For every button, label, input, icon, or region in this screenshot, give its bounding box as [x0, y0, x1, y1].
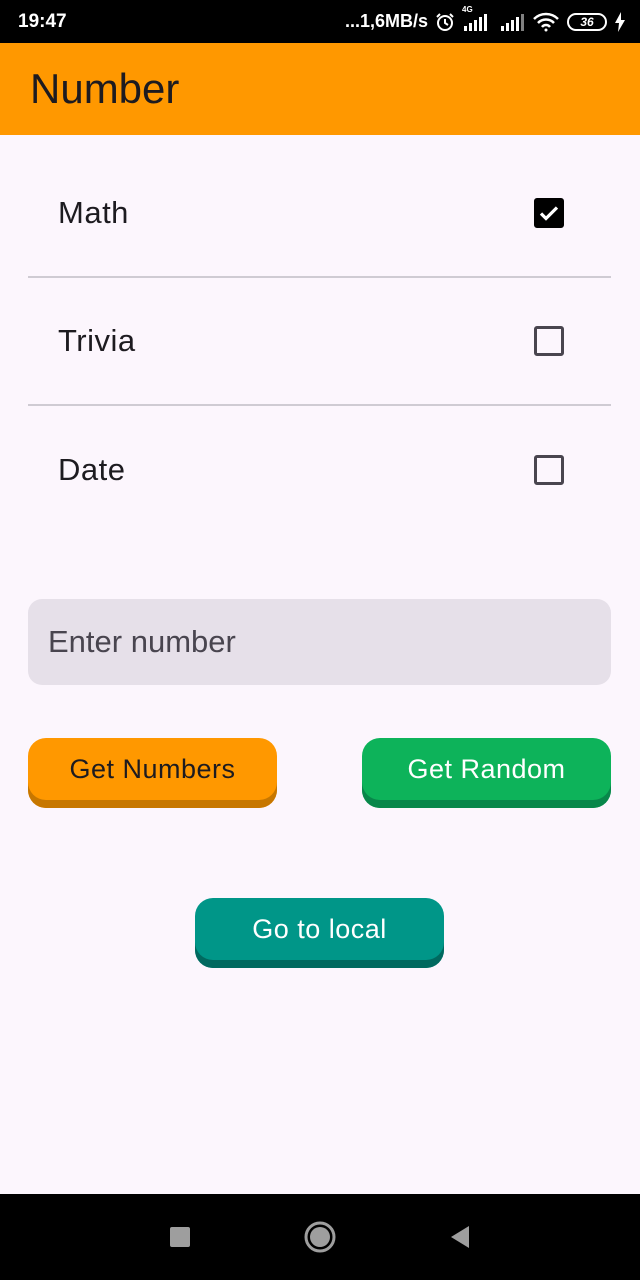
check-icon — [539, 206, 559, 221]
signal-icon — [499, 13, 525, 31]
go-to-local-button[interactable]: Go to local — [195, 898, 444, 968]
math-checkbox[interactable] — [534, 198, 564, 228]
alarm-icon — [435, 12, 455, 32]
home-button[interactable] — [298, 1215, 342, 1259]
get-random-button[interactable]: Get Random — [362, 738, 611, 808]
back-triangle-icon — [451, 1226, 469, 1248]
option-label: Trivia — [58, 323, 136, 358]
wifi-icon — [532, 12, 560, 32]
battery-icon: 36 — [567, 12, 607, 31]
home-circle-icon — [304, 1221, 336, 1253]
app-bar: Number — [0, 43, 640, 135]
back-button[interactable] — [438, 1215, 482, 1259]
network-type-label: 4G — [462, 4, 473, 14]
network-speed: ...1,6MB/s — [344, 11, 428, 31]
recents-button[interactable] — [158, 1215, 202, 1259]
trivia-checkbox[interactable] — [534, 326, 564, 356]
status-bar: 19:47 ...1,6MB/s 4G 36 — [0, 0, 640, 43]
date-checkbox[interactable] — [534, 455, 564, 485]
option-label: Date — [58, 452, 126, 487]
option-label: Math — [58, 195, 129, 230]
battery-level: 36 — [580, 14, 594, 29]
status-icons: ...1,6MB/s 4G 36 — [344, 5, 626, 32]
number-input[interactable] — [28, 599, 611, 685]
signal-icon-4g: 4G — [462, 5, 492, 31]
option-row-date[interactable]: Date — [28, 406, 611, 534]
charging-icon — [614, 11, 626, 32]
get-numbers-button[interactable]: Get Numbers — [28, 738, 277, 808]
system-nav-bar — [0, 1194, 640, 1280]
status-time: 19:47 — [18, 10, 67, 32]
option-row-trivia[interactable]: Trivia — [28, 278, 611, 406]
page-title: Number — [30, 65, 180, 112]
recents-square-icon — [170, 1227, 190, 1247]
option-row-math[interactable]: Math — [28, 150, 611, 278]
